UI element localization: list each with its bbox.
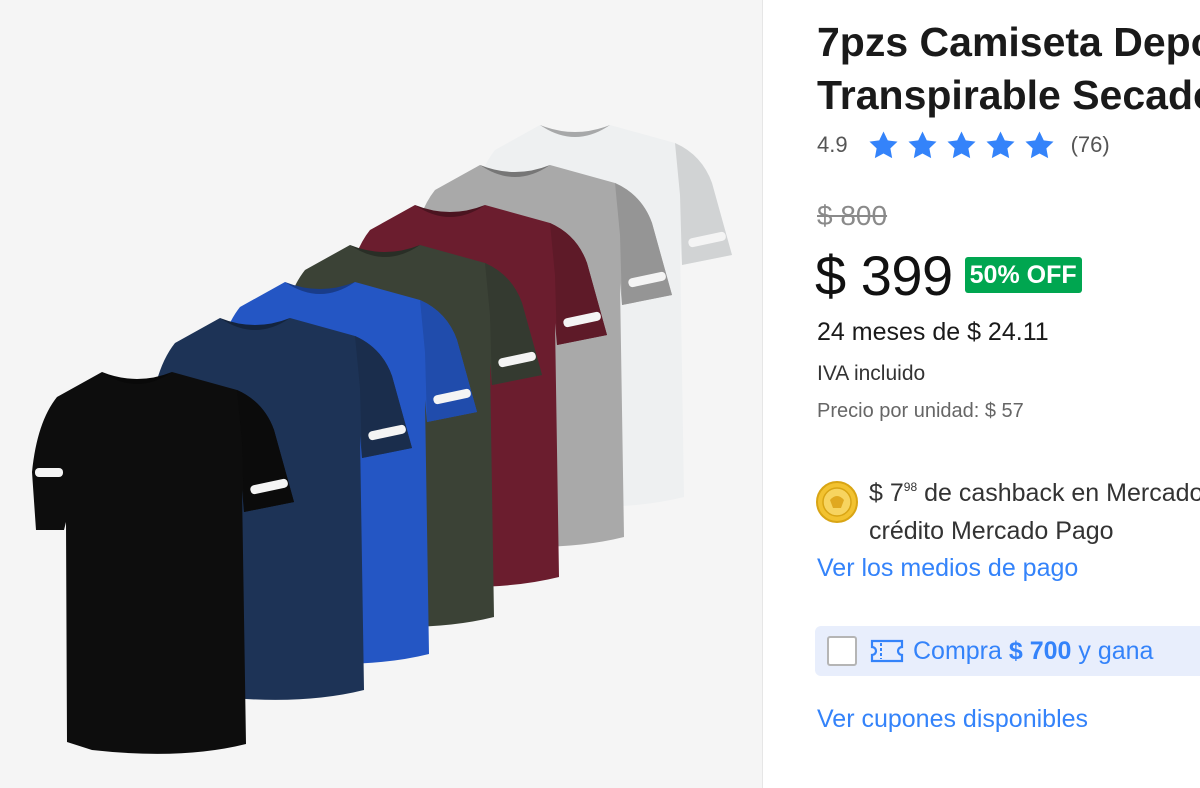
product-title-line-2: Transpirable Secado Rápido <box>817 72 1200 118</box>
cashback-line-2: crédito Mercado Pago <box>869 517 1114 545</box>
rating-value: 4.9 <box>817 132 848 157</box>
cashback-suffix: de cashback en Mercado <box>917 479 1200 507</box>
coupon-text-pre: Compra <box>913 636 1009 665</box>
current-price: $ 399 <box>815 243 953 307</box>
product-title: 7pzs Camiseta Deportiva Transpirable Sec… <box>817 16 1200 122</box>
original-price: $ 800 <box>817 200 888 231</box>
coupon-text: Compra $ 700 y gana <box>913 637 1153 666</box>
star-icon <box>869 130 898 158</box>
iva-text: IVA incluido <box>817 362 926 385</box>
coin-icon <box>816 481 858 523</box>
coupon-amount: $ 700 <box>1008 636 1072 665</box>
coupon-box[interactable]: Compra $ 700 y gana <box>815 626 1200 676</box>
ticket-icon <box>870 639 904 663</box>
rating-row[interactable]: 4.9 (76) <box>817 127 1110 163</box>
product-info: 7pzs Camiseta Deportiva Transpirable Sec… <box>763 0 1200 788</box>
coupon-checkbox[interactable] <box>827 636 857 666</box>
cashback-amount: $ 7 <box>869 479 904 507</box>
star-icon <box>908 130 937 158</box>
coupon-text-post: y gana <box>1071 636 1154 665</box>
cashback-line-1: $ 798 de cashback en Mercado <box>869 468 1200 512</box>
star-icon <box>1025 130 1054 158</box>
price-row: $ 399 50% OFF <box>815 240 1082 310</box>
product-image-panel[interactable] <box>0 0 762 788</box>
star-icon <box>986 130 1015 158</box>
star-icon <box>947 130 976 158</box>
discount-badge: 50% OFF <box>964 257 1082 293</box>
cashback-text: $ 798 de cashback en Mercado crédito Mer… <box>869 468 1200 550</box>
product-title-line-1: 7pzs Camiseta Deportiva <box>817 19 1200 65</box>
cashback-cents: 98 <box>903 480 918 494</box>
rating-stars <box>866 129 1057 162</box>
installments-text: 24 meses de $ 24.11 <box>817 318 1049 346</box>
unit-price-text: Precio por unidad: $ 57 <box>817 400 1024 422</box>
coupons-link[interactable]: Ver cupones disponibles <box>817 705 1088 734</box>
payment-methods-link[interactable]: Ver los medios de pago <box>817 554 1078 583</box>
product-image[interactable] <box>0 0 762 788</box>
review-count[interactable]: (76) <box>1071 132 1110 158</box>
